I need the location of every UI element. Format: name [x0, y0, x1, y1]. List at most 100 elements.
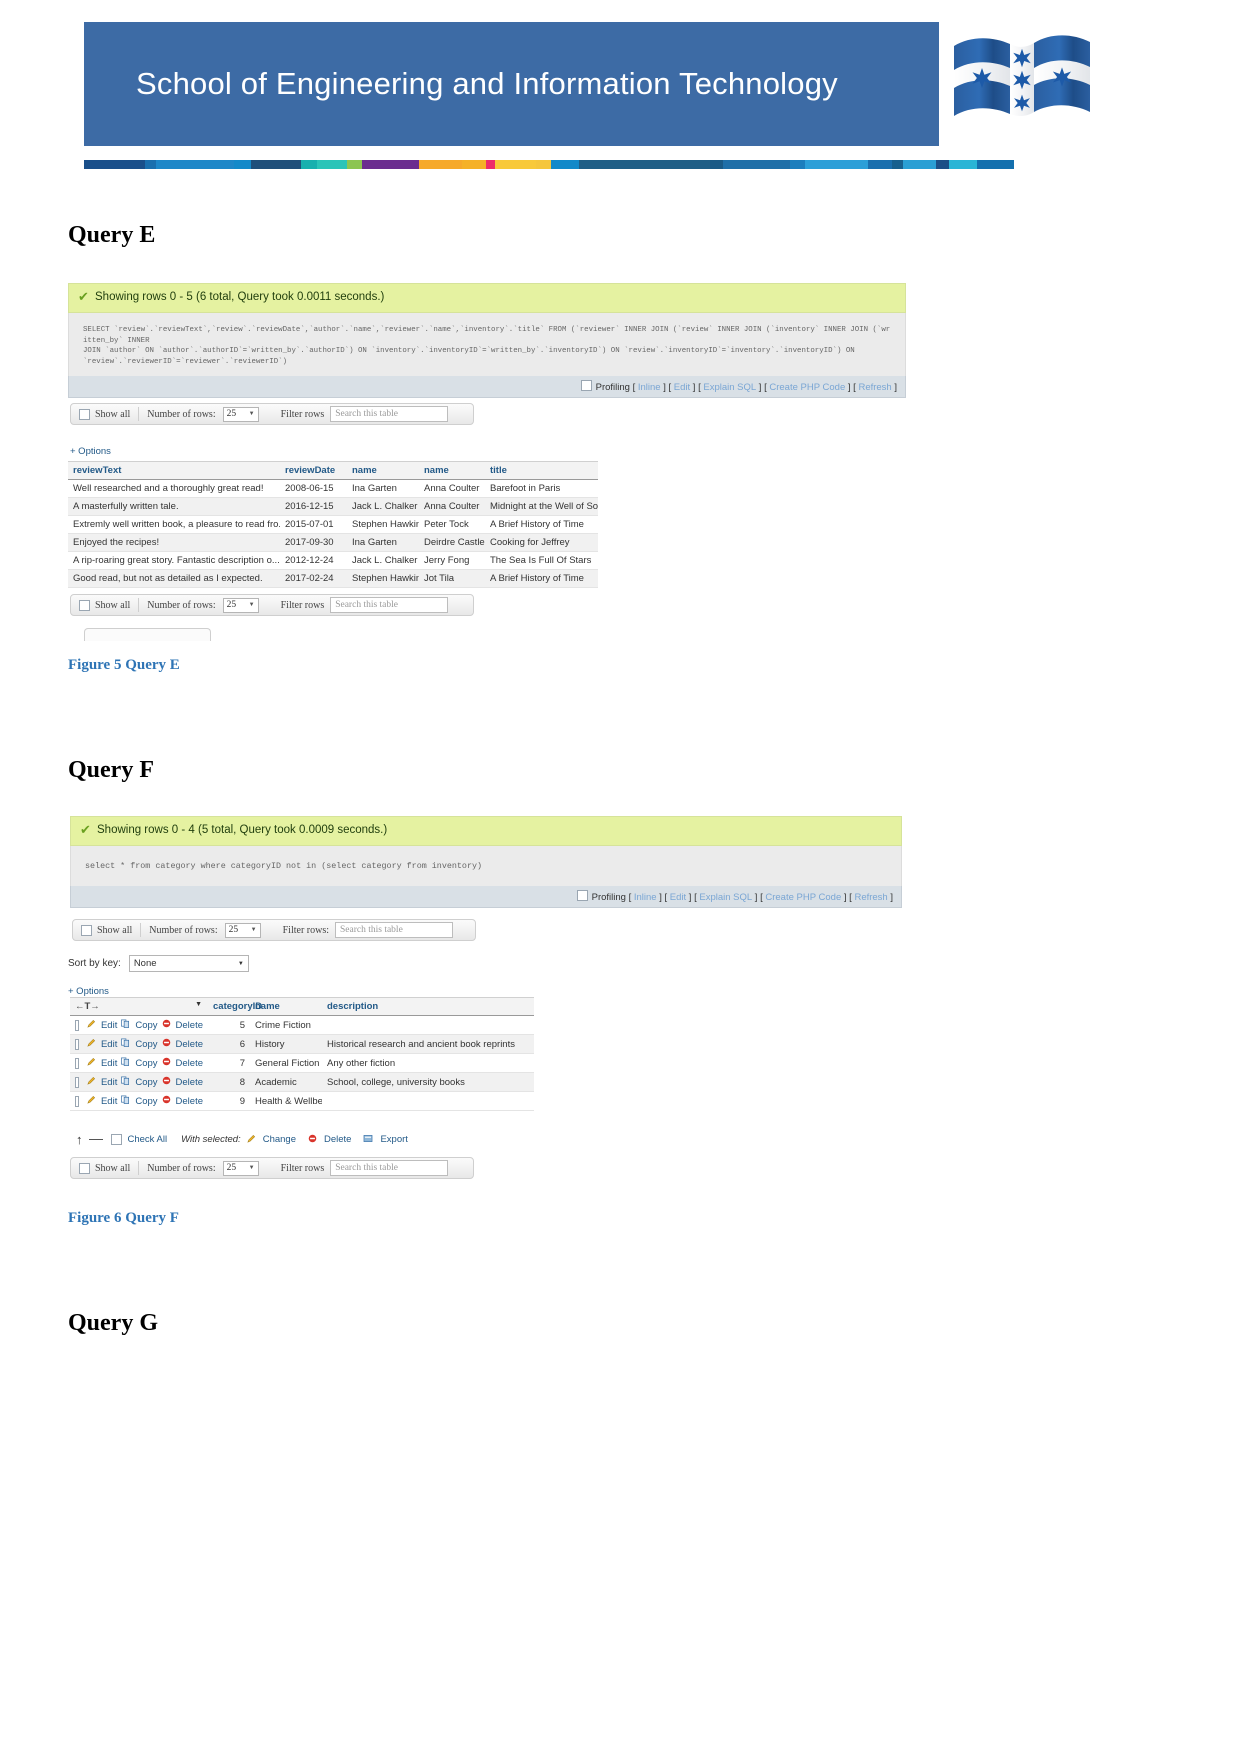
filter-rows-label: Filter rows:	[282, 924, 329, 936]
filter-rows-input[interactable]: Search this table	[330, 406, 449, 422]
edit-row-link[interactable]: Edit	[101, 1096, 117, 1107]
table-row[interactable]: Edit Copy Delete 5 Crime Fiction	[70, 1015, 534, 1035]
show-all-checkbox[interactable]	[81, 924, 92, 936]
query-f-options-link[interactable]: + Options	[68, 986, 109, 997]
export-link[interactable]: Export	[380, 1134, 407, 1145]
query-f-result-panel: ✔ Showing rows 0 - 4 (5 total, Query too…	[70, 816, 902, 908]
filter-rows-input[interactable]: Search this table	[330, 1160, 449, 1176]
check-all-checkbox[interactable]	[110, 1134, 122, 1145]
delete-row-link[interactable]: Delete	[176, 1058, 203, 1069]
refresh-link[interactable]: Refresh	[858, 382, 891, 393]
row-select-checkbox[interactable]	[75, 1019, 79, 1031]
cell-reviewer-name: Jerry Fong	[419, 551, 485, 570]
show-all-checkbox[interactable]	[79, 599, 90, 611]
cell-categoryid: 8	[208, 1072, 250, 1092]
rule-segment	[485, 160, 495, 169]
table-row[interactable]: A rip-roaring great story. Fantastic des…	[68, 551, 598, 570]
copy-row-link[interactable]: Copy	[135, 1096, 157, 1107]
inline-link[interactable]: Inline	[638, 382, 661, 393]
column-header-author-name[interactable]: name	[347, 461, 419, 480]
query-f-sql-box[interactable]: select * from category where categoryID …	[70, 845, 902, 886]
table-row[interactable]: Edit Copy Delete 9 Health & Wellbeing	[70, 1091, 534, 1111]
check-all-link[interactable]: Check All	[128, 1134, 168, 1145]
row-select-checkbox[interactable]	[75, 1095, 79, 1107]
row-select-checkbox[interactable]	[75, 1057, 79, 1069]
toolbar-divider	[138, 407, 140, 421]
edit-link[interactable]: Edit	[674, 382, 690, 393]
row-select-checkbox[interactable]	[75, 1076, 79, 1088]
query-e-options-link[interactable]: + Options	[70, 446, 111, 457]
with-selected-label: With selected:	[181, 1134, 241, 1145]
column-header-reviewer-name[interactable]: name	[419, 461, 485, 480]
table-row[interactable]: Edit Copy Delete 6 History Historical re…	[70, 1034, 534, 1054]
column-header-reviewdate[interactable]: reviewDate	[280, 461, 347, 480]
table-row[interactable]: Edit Copy Delete 7 General Fiction Any o…	[70, 1053, 534, 1073]
cell-reviewdate: 2016-12-15	[280, 497, 347, 516]
table-row[interactable]: Good read, but not as detailed as I expe…	[68, 569, 598, 588]
rule-segment	[494, 160, 536, 169]
copy-row-link[interactable]: Copy	[135, 1058, 157, 1069]
query-e-top-toolbar: Show all Number of rows: 25 ▼ Filter row…	[70, 403, 474, 425]
rule-segment	[535, 160, 552, 169]
chevron-down-icon[interactable]: ▼	[195, 1001, 202, 1008]
copy-row-link[interactable]: Copy	[135, 1077, 157, 1088]
table-row[interactable]: Extremly well written book, a pleasure t…	[68, 515, 598, 534]
sort-by-key-select[interactable]: None ▼	[128, 955, 249, 972]
number-of-rows-select[interactable]: 25 ▼	[222, 406, 259, 422]
table-row[interactable]: Enjoyed the recipes! 2017-09-30 Ina Gart…	[68, 533, 598, 552]
page-title: School of Engineering and Information Te…	[136, 66, 838, 101]
profiling-checkbox[interactable]	[576, 889, 588, 901]
row-select-checkbox[interactable]	[75, 1038, 79, 1050]
filter-rows-input[interactable]: Search this table	[330, 597, 449, 613]
query-e-sql-box[interactable]: SELECT `review`.`reviewText`,`review`.`r…	[68, 312, 906, 376]
delete-row-link[interactable]: Delete	[176, 1039, 203, 1050]
cell-reviewtext: Extremly well written book, a pleasure t…	[68, 515, 280, 534]
edit-row-link[interactable]: Edit	[101, 1077, 117, 1088]
column-header-reviewtext[interactable]: reviewText	[68, 461, 280, 480]
profiling-checkbox[interactable]	[580, 379, 592, 391]
change-link[interactable]: Change	[263, 1134, 296, 1145]
number-of-rows-select[interactable]: 25 ▼	[222, 597, 259, 613]
edit-row-link[interactable]: Edit	[101, 1058, 117, 1069]
column-header-title[interactable]: title	[485, 461, 598, 480]
edit-row-link[interactable]: Edit	[101, 1039, 117, 1050]
filter-rows-input[interactable]: Search this table	[335, 922, 453, 938]
show-all-checkbox[interactable]	[79, 1162, 90, 1174]
table-row[interactable]: Well researched and a thoroughly great r…	[68, 479, 598, 498]
pencil-edit-icon	[87, 1076, 96, 1088]
cell-categoryid: 9	[208, 1091, 250, 1111]
show-all-checkbox[interactable]	[79, 408, 90, 420]
delete-link[interactable]: Delete	[324, 1134, 351, 1145]
delete-row-link[interactable]: Delete	[176, 1077, 203, 1088]
column-header-categoryid[interactable]: categoryID	[208, 997, 262, 1016]
delete-row-link[interactable]: Delete	[176, 1096, 203, 1107]
delete-row-link[interactable]: Delete	[176, 1020, 203, 1031]
number-of-rows-select[interactable]: 25 ▼	[224, 922, 261, 938]
cell-row-operations: Edit Copy Delete	[70, 1072, 208, 1092]
explain-sql-link[interactable]: Explain SQL	[699, 892, 752, 903]
create-php-code-link[interactable]: Create PHP Code	[769, 382, 845, 393]
copy-row-link[interactable]: Copy	[135, 1020, 157, 1031]
select-all-arrow-icon[interactable]: ↑	[76, 1132, 83, 1147]
edit-link[interactable]: Edit	[670, 892, 686, 903]
edit-row-link[interactable]: Edit	[101, 1020, 117, 1031]
column-header-description[interactable]: description	[322, 997, 534, 1016]
cell-title: Barefoot in Paris	[485, 479, 598, 498]
pencil-edit-icon	[87, 1019, 96, 1031]
rule-segment	[903, 160, 936, 169]
table-row[interactable]: A masterfully written tale. 2016-12-15 J…	[68, 497, 598, 516]
cell-row-operations: Edit Copy Delete	[70, 1091, 208, 1111]
column-header-name[interactable]: name	[250, 997, 322, 1016]
create-php-code-link[interactable]: Create PHP Code	[765, 892, 841, 903]
explain-sql-link[interactable]: Explain SQL	[703, 382, 756, 393]
section-heading-query-f: Query F	[68, 757, 154, 783]
inline-link[interactable]: Inline	[634, 892, 657, 903]
refresh-link[interactable]: Refresh	[854, 892, 887, 903]
number-of-rows-select[interactable]: 25 ▼	[222, 1160, 259, 1176]
copy-row-link[interactable]: Copy	[135, 1039, 157, 1050]
query-e-results-table: reviewText reviewDate name name title We…	[68, 461, 598, 588]
cell-author-name: Jack L. Chalker	[347, 497, 419, 516]
cell-description	[322, 1091, 534, 1111]
rule-segment	[805, 160, 869, 169]
table-row[interactable]: Edit Copy Delete 8 Academic School, coll…	[70, 1072, 534, 1092]
